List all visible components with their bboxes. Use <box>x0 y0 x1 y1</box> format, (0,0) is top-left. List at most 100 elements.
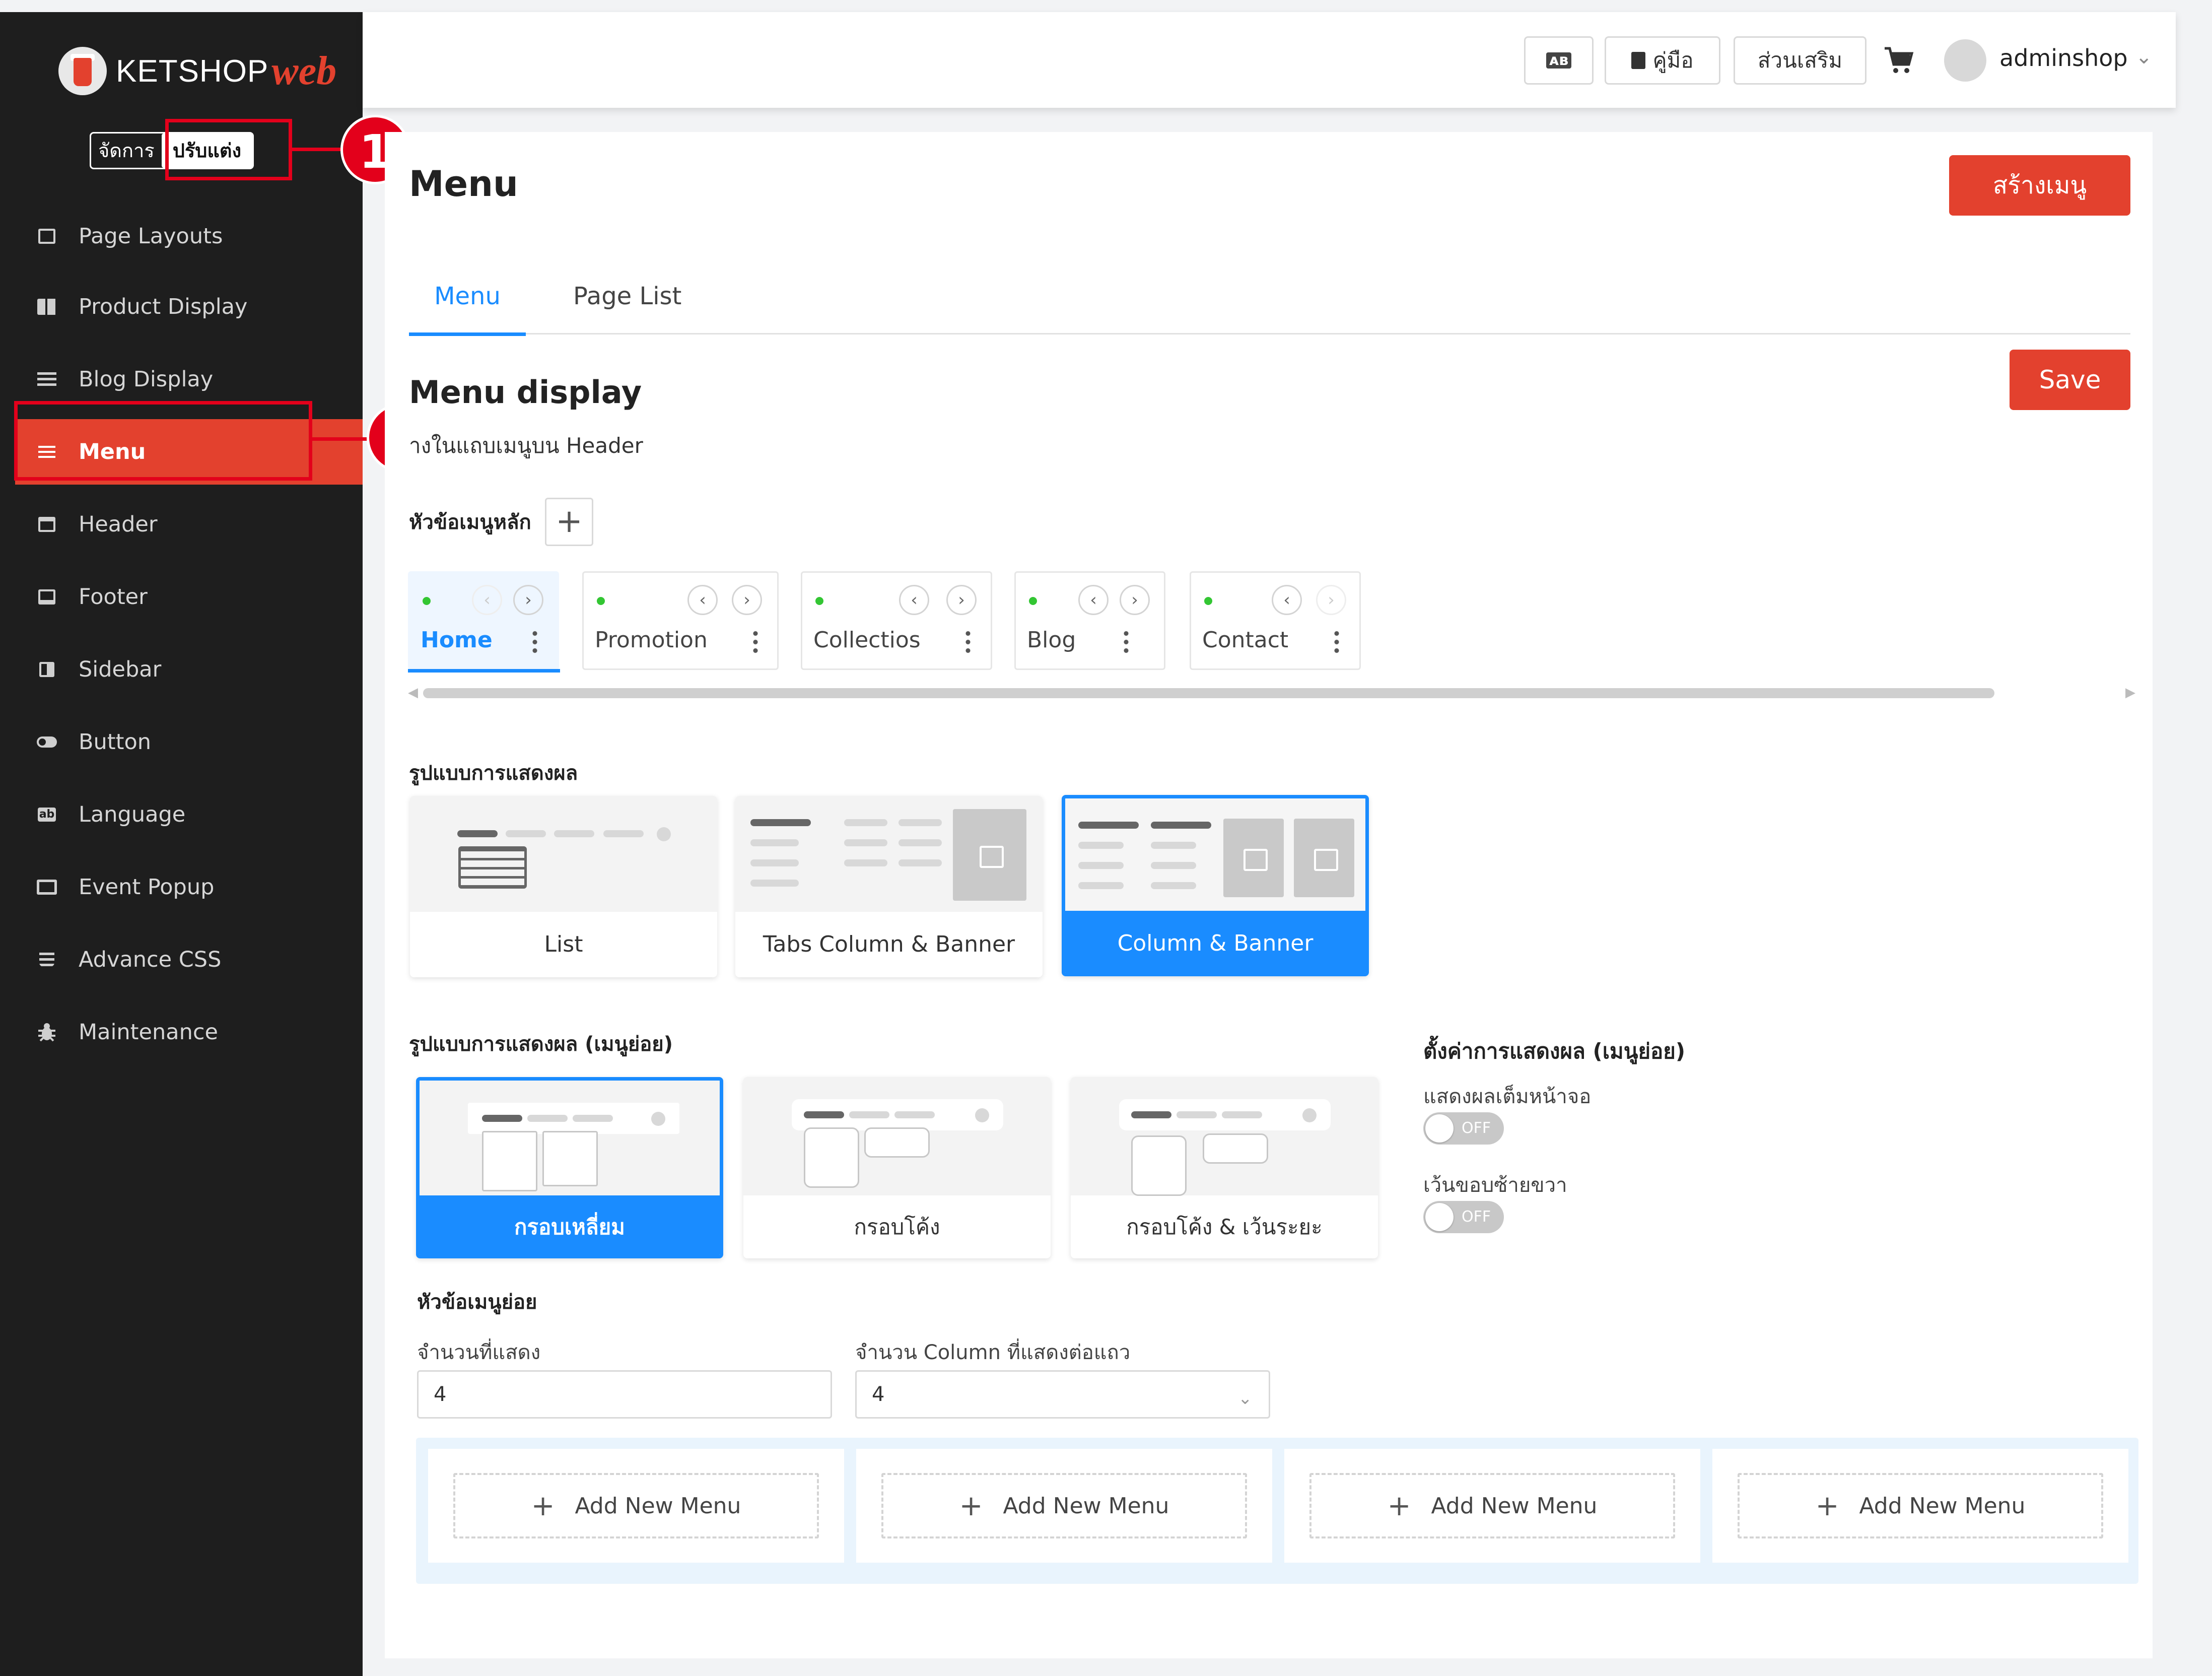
chevron-left-icon[interactable]: ‹ <box>1078 585 1109 615</box>
header-icon <box>35 515 58 533</box>
username[interactable]: adminshop <box>1999 44 2128 72</box>
rounded-frame-preview <box>743 1077 1051 1195</box>
submenu-layout-label: รูปแบบการแสดงผล (เมนูย่อย) <box>409 1033 673 1056</box>
ketshop-logo-icon <box>58 47 107 95</box>
chevron-left-icon[interactable]: ‹ <box>687 585 718 615</box>
tabs-column-banner-preview <box>735 796 1043 912</box>
tab-page-list[interactable]: Page List <box>573 258 681 334</box>
toggle-knob <box>1425 1114 1454 1143</box>
menu-item-home[interactable]: ‹ › Home <box>408 571 560 673</box>
add-new-menu-button[interactable]: + Add New Menu <box>1738 1473 2103 1538</box>
language-icon: ᴀʙ <box>1546 52 1572 69</box>
add-new-menu-label: Add New Menu <box>1003 1493 1169 1519</box>
sidebar-item-advance-css[interactable]: Advance CSS <box>0 927 363 992</box>
chevron-left-icon[interactable]: ‹ <box>1272 585 1302 615</box>
columns-select[interactable]: 4 <box>855 1370 1270 1419</box>
save-button[interactable]: Save <box>2010 350 2130 410</box>
list-layout-preview <box>410 796 717 912</box>
layout-option-label: List <box>544 931 583 957</box>
fullwidth-toggle[interactable]: OFF <box>1423 1112 1504 1145</box>
tab-bar: Menu Page List <box>409 258 2130 336</box>
add-main-menu-button[interactable]: + <box>545 498 593 546</box>
create-menu-button[interactable]: สร้างเมนู <box>1949 155 2130 216</box>
sidebar-item-page-layouts[interactable]: Page Layouts <box>0 204 363 269</box>
sidebar-icon <box>35 660 58 679</box>
cart-icon[interactable] <box>1884 46 1914 75</box>
scroll-right-icon[interactable]: ▶ <box>2125 685 2135 700</box>
margin-toggle[interactable]: OFF <box>1423 1201 1504 1233</box>
sidebar-item-footer[interactable]: Footer <box>0 564 363 630</box>
sidebar-item-language[interactable]: ab Language <box>0 782 363 847</box>
add-new-menu-button[interactable]: + Add New Menu <box>453 1473 819 1538</box>
menu-scrollbar[interactable]: ◀ ▶ <box>408 685 2135 700</box>
more-options-icon[interactable] <box>1334 629 1339 654</box>
sidebar-item-label: Language <box>79 802 186 827</box>
chevron-left-icon[interactable]: ‹ <box>472 585 502 615</box>
bug-icon <box>35 1023 58 1042</box>
layout-option-list[interactable]: List <box>410 796 717 977</box>
sidebar-item-maintenance[interactable]: Maintenance <box>0 999 363 1065</box>
main-content: Menu สร้างเมนู Menu Page List Save Menu … <box>385 132 2153 1658</box>
submenu-option-square[interactable]: กรอบเหลี่ยม <box>416 1077 723 1258</box>
submenu-option-rounded[interactable]: กรอบโค้ง <box>743 1077 1051 1258</box>
sidebar-item-label: Header <box>79 512 158 537</box>
square-frame-preview <box>420 1081 720 1199</box>
page-title: Menu <box>409 163 518 205</box>
sidebar-item-product-display[interactable]: Product Display <box>0 274 363 340</box>
sidebar-item-header[interactable]: Header <box>0 492 363 557</box>
more-options-icon[interactable] <box>965 629 971 654</box>
chevron-right-icon[interactable]: › <box>732 585 762 615</box>
menu-item-collectios[interactable]: ‹ › Collectios <box>801 571 992 670</box>
addons-button[interactable]: ส่วนเสริม <box>1734 36 1867 85</box>
menu-item-blog[interactable]: ‹ › Blog <box>1014 571 1165 670</box>
layout-option-tabs-column-banner[interactable]: Tabs Column & Banner <box>735 796 1043 977</box>
more-options-icon[interactable] <box>1124 629 1129 654</box>
callout-connector-2 <box>312 437 373 441</box>
add-new-menu-button[interactable]: + Add New Menu <box>1309 1473 1675 1538</box>
submenu-option-rounded-spaced[interactable]: กรอบโค้ง & เว้นระยะ <box>1071 1077 1378 1258</box>
status-dot <box>597 597 605 605</box>
scrollbar-thumb[interactable] <box>423 688 1994 698</box>
scroll-left-icon[interactable]: ◀ <box>408 685 418 700</box>
sidebar-item-event-popup[interactable]: Event Popup <box>0 854 363 920</box>
main-menu-label: หัวข้อเมนูหลัก <box>409 511 531 534</box>
chevron-right-icon[interactable]: › <box>1120 585 1150 615</box>
display-layout-label: รูปแบบการแสดงผล <box>409 762 578 785</box>
more-options-icon[interactable] <box>753 629 758 654</box>
chevron-right-icon[interactable]: › <box>946 585 977 615</box>
status-dot <box>1204 597 1212 605</box>
menu-item-contact[interactable]: ‹ › Contact <box>1190 571 1361 670</box>
sidebar-item-button[interactable]: Button <box>0 709 363 775</box>
language-icon: ab <box>35 806 58 824</box>
toggle-icon <box>35 733 58 751</box>
rounded-spaced-frame-preview <box>1071 1077 1378 1196</box>
sidebar-item-sidebar[interactable]: Sidebar <box>0 637 363 702</box>
more-options-icon[interactable] <box>532 629 537 654</box>
css-icon <box>35 951 58 969</box>
tab-menu[interactable]: Menu <box>409 258 526 336</box>
layout-option-column-banner[interactable]: Column & Banner <box>1062 795 1369 976</box>
brand-name: KETSHOP <box>116 53 269 89</box>
chevron-down-icon[interactable]: ⌄ <box>1238 1388 1253 1409</box>
chevron-right-icon[interactable]: › <box>1316 585 1346 615</box>
manual-button[interactable]: คู่มือ <box>1605 36 1720 85</box>
chevron-left-icon[interactable]: ‹ <box>899 585 929 615</box>
popup-icon <box>35 878 58 896</box>
menu-item-promotion[interactable]: ‹ › Promotion <box>582 571 779 670</box>
top-bar: ᴀʙ คู่มือ ส่วนเสริม adminshop ⌄ <box>363 12 2176 108</box>
chevron-down-icon[interactable]: ⌄ <box>2135 45 2153 69</box>
margin-label: เว้นขอบซ้ายขวา <box>1423 1174 1567 1197</box>
language-button[interactable]: ᴀʙ <box>1524 36 1594 85</box>
brand-logo[interactable]: KETSHOP web <box>58 38 336 104</box>
status-dot <box>815 597 823 605</box>
count-input[interactable]: 4 <box>417 1370 832 1419</box>
add-new-menu-button[interactable]: + Add New Menu <box>881 1473 1247 1538</box>
count-label: จำนวนที่แสดง <box>417 1341 541 1364</box>
sidebar-item-label: Product Display <box>79 294 248 319</box>
chevron-right-icon[interactable]: › <box>513 585 543 615</box>
mode-manage-button[interactable]: จัดการ <box>91 133 162 168</box>
plus-icon: + <box>959 1489 983 1522</box>
fullwidth-label: แสดงผลเต็มหน้าจอ <box>1423 1085 1592 1108</box>
avatar[interactable] <box>1944 39 1986 82</box>
sidebar-item-label: Sidebar <box>79 657 162 682</box>
